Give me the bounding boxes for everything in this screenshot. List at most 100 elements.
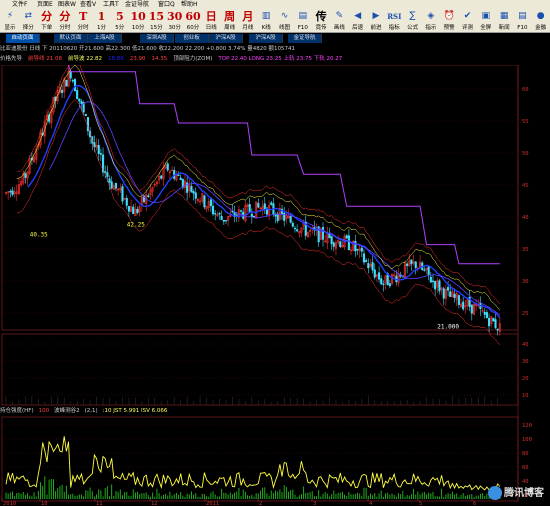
x-axis-label: 10 (41, 501, 48, 506)
candle-body (99, 153, 102, 155)
menu-item-6[interactable]: 窗口Q (158, 1, 175, 8)
candle-body (321, 227, 325, 240)
candle-body (339, 241, 342, 247)
toolbar-button-19[interactable]: ◀ 后退 (348, 9, 368, 33)
candle-body (263, 203, 266, 210)
toolbar-glyph: 30 (167, 10, 183, 23)
toolbar-button-14[interactable]: ▥ K线 (256, 9, 276, 33)
alarm-icon: ⏰ (443, 11, 455, 21)
toolbar-button-9[interactable]: 30 30分 (165, 9, 185, 33)
candle-body (354, 240, 357, 252)
candle-body (108, 178, 111, 183)
menu-item-0[interactable]: 文件F (12, 1, 27, 8)
toolbar-button-23[interactable]: ◈ 指示 (421, 9, 441, 33)
tab-0[interactable]: 自动页面 (6, 34, 40, 43)
toolbar-button-29[interactable]: ● 金融 (531, 9, 550, 33)
toolbar-button-4[interactable]: T 分时 (73, 9, 93, 33)
menu-item-7[interactable]: 帮助H (181, 1, 198, 8)
toolbar-button-0[interactable]: ⚡ 显示 (0, 9, 20, 33)
candle-body (431, 280, 435, 282)
toolbar-button-12[interactable]: 周周线 (220, 9, 240, 33)
toolbar-glyph: 5 (115, 10, 124, 23)
toolbar-button-15[interactable]: ∿ 线图 (275, 9, 295, 33)
tab-3[interactable]: 深圳A股 (140, 34, 174, 43)
price-annotation-low3: 21.000 (437, 323, 459, 330)
tab-1[interactable]: 默认页面 (54, 34, 88, 43)
menu-item-1[interactable]: 页面E (37, 1, 53, 8)
bottom-axis-tick: 100 (522, 437, 532, 443)
candle-body (211, 205, 215, 215)
toolbar-button-2[interactable]: 分下单 (37, 9, 57, 33)
toolbar-button-16[interactable]: ▤ F10 (293, 9, 313, 33)
candle-body (136, 208, 139, 213)
toolbar-label: 分时 (77, 25, 89, 31)
toolbar-button-20[interactable]: ▶ 前进 (366, 9, 386, 33)
candle-body (457, 295, 460, 305)
toolbar-button-18[interactable]: ✎ 画线 (329, 9, 349, 33)
toolbar-button-8[interactable]: 15 15分 (146, 9, 166, 33)
kline-chart[interactable]: 6055504540353025403020101201008060402020… (0, 65, 550, 506)
toolbar-button-26[interactable]: ▣ 全屏 (476, 9, 496, 33)
toolbar-button-28[interactable]: ▤ F10 (512, 9, 532, 33)
candle-body (362, 253, 366, 263)
stock-info-line: 比亚迪股份 日线 下 20110620 开21.600 高22.300 低21.… (0, 46, 296, 52)
main-axis-tick: 25 (522, 311, 529, 317)
toolbar-label: 日线 (205, 25, 217, 31)
candle-body (427, 266, 430, 276)
candle-body (252, 215, 256, 218)
toolbar-button-1[interactable]: ⇄ 择分 (18, 9, 38, 33)
toolbar-button-6[interactable]: 5 5分 (110, 9, 130, 33)
candle-body (485, 312, 488, 319)
sub-indicator-legend: 持仓强度(HF) 100 波峰测谷2 (2,1):10 JST 5.991 ISV 6… (0, 407, 172, 416)
candle-body (11, 190, 14, 195)
tab-4[interactable]: 创业板 (175, 34, 209, 43)
menu-item-5[interactable]: 金证导航 (125, 1, 149, 8)
toolbar-button-24[interactable]: ⏰ 预警 (439, 9, 459, 33)
toolbar-button-17[interactable]: 传竟传 (311, 9, 331, 33)
toolbar-label: 指标 (388, 25, 400, 31)
candle-body (240, 210, 243, 212)
f10-icon: ▤ (298, 11, 308, 21)
indicator-legend: 价格先导 前导线 21.08 前导波 22.82 18.80 23.90 14.35 顶部阻… (0, 55, 520, 64)
tab-2[interactable]: 上海A股 (88, 34, 122, 43)
candle-body (380, 278, 383, 285)
toolbar-button-21[interactable]: RSI 指标 (384, 9, 404, 33)
toolbar-label: 竟传 (315, 25, 327, 31)
indicator-value-3: 18.80 (108, 56, 124, 62)
candle-body (218, 213, 221, 215)
candle-body (382, 283, 385, 286)
toolbar-button-11[interactable]: 日日线 (201, 9, 221, 33)
news-icon: ▦ (499, 11, 509, 21)
x-axis-label: 12 (151, 501, 158, 506)
menu-item-3[interactable]: 查看V (80, 1, 96, 8)
toolbar-glyph: 60 (185, 10, 201, 23)
pane-frame-2 (1, 416, 519, 502)
toolbar-label: 全屏 (480, 25, 492, 31)
tab-5[interactable]: 沪深A股 (209, 34, 243, 43)
tab-7[interactable]: 金证导航 (288, 34, 322, 43)
toolbar-button-10[interactable]: 60 60分 (183, 9, 203, 33)
candle-body (78, 98, 81, 102)
x-axis-label: 4 (369, 501, 373, 506)
menu-item-2[interactable]: 图表W (58, 1, 76, 8)
toolbar-glyph: 分 (41, 10, 53, 23)
indicator-value-2: 前导波 22.82 (68, 56, 103, 62)
toolbar-button-3[interactable]: 分分时 (55, 9, 75, 33)
bottom-axis-tick: 40 (522, 479, 529, 485)
blue-ma-line (27, 84, 501, 319)
candle-body (289, 216, 292, 223)
toolbar-label: 画线 (333, 25, 345, 31)
x-axis-label: 5 (419, 501, 422, 506)
toolbar-button-27[interactable]: ▦ 新闻 (494, 9, 514, 33)
x-axis-label: 2011 (206, 501, 219, 506)
toolbar-button-13[interactable]: 月月线 (238, 9, 258, 33)
toolbar-button-5[interactable]: 1 1分 (92, 9, 112, 33)
menu-item-4[interactable]: 工具T (103, 1, 119, 8)
candle-body (209, 199, 212, 207)
toolbar-button-22[interactable]: ∑ 公式 (403, 9, 423, 33)
candle-body (330, 236, 333, 244)
toolbar-button-25[interactable]: ✔ 评测 (458, 9, 478, 33)
toolbar-button-7[interactable]: 10 10分 (128, 9, 148, 33)
tab-6[interactable]: 沪深A股 (249, 34, 283, 43)
sub-indicator-value-0: 持仓强度(HF) (0, 408, 34, 414)
